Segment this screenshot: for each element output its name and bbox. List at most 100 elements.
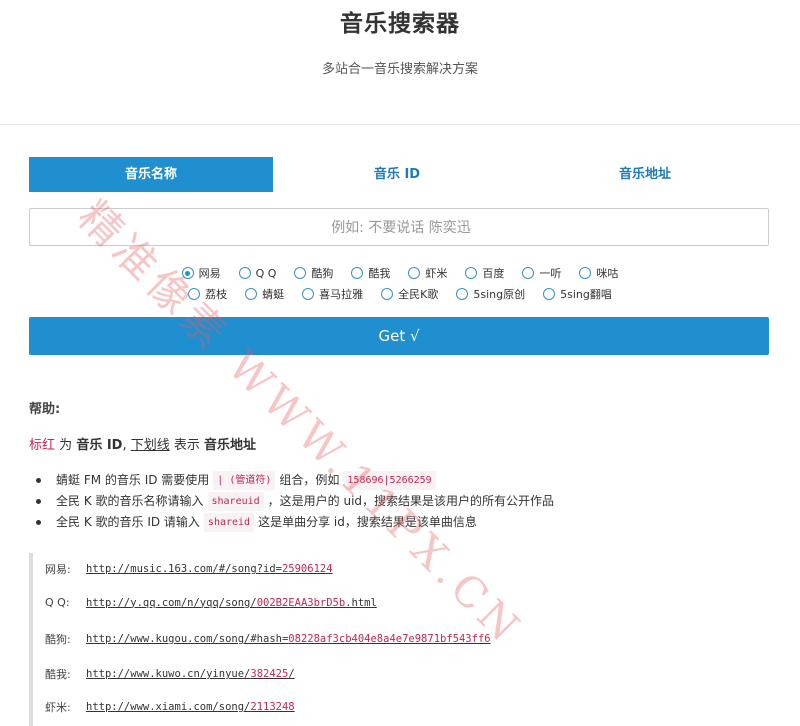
example-link[interactable]: http://www.kuwo.cn/yinyue/382425/	[86, 668, 295, 680]
source-option-ximalaya[interactable]: 喜马拉雅	[302, 286, 363, 302]
example-id: 382425	[250, 668, 289, 680]
help-text: 这是单曲分享 id，搜索结果是该单曲信息	[258, 515, 477, 529]
source-options-row-2: 荔枝 蜻蜓 喜马拉雅 全民K歌 5sing原创 5sing翻唱	[0, 286, 800, 302]
example-link[interactable]: http://www.kugou.com/song/#hash=08228af3…	[86, 633, 491, 645]
get-button[interactable]: Get √	[29, 317, 769, 355]
legend-red-text: 标红	[29, 438, 56, 453]
page-subtitle: 多站合一音乐搜索解决方案	[321, 62, 478, 77]
legend-text: 为	[59, 438, 73, 453]
bullet-icon	[36, 499, 41, 504]
bullet-icon	[36, 520, 41, 525]
page: 音乐搜索器 多站合一音乐搜索解决方案 音乐名称 音乐 ID 音乐地址 网易 Q …	[0, 0, 800, 726]
help-legend: 标红 为 音乐 ID, 下划线 表示 音乐地址	[29, 438, 257, 453]
example-row: 虾米: http://www.xiami.com/song/2113248	[45, 699, 295, 715]
tab-music-url[interactable]: 音乐地址	[521, 157, 769, 192]
source-label: 5sing原创	[473, 288, 526, 301]
radio-icon[interactable]	[351, 267, 364, 279]
help-item: 全民 K 歌的音乐名称请输入 shareuid ，这是用户的 uid，搜索结果是…	[36, 491, 554, 512]
radio-checked-icon[interactable]	[181, 267, 194, 279]
source-label: 蜻蜓	[262, 288, 285, 301]
radio-icon[interactable]	[302, 288, 315, 300]
example-link[interactable]: http://y.qq.com/n/yqq/song/002B2EAA3brD5…	[86, 597, 377, 609]
example-label: 网易:	[45, 563, 71, 576]
tab-music-id[interactable]: 音乐 ID	[273, 157, 521, 192]
source-label: Q Q	[255, 266, 277, 280]
example-label: Q Q:	[45, 596, 70, 609]
search-input[interactable]	[30, 209, 772, 247]
source-option-kuwo[interactable]: 酷我	[351, 265, 390, 281]
source-label: 酷狗	[311, 267, 334, 280]
example-label: 虾米:	[45, 701, 71, 714]
legend-url-text: 音乐地址	[204, 438, 257, 453]
legend-underline-text: 下划线	[130, 438, 170, 453]
example-row: 酷我: http://www.kuwo.cn/yinyue/382425/	[45, 666, 295, 682]
help-item: 蜻蜓 FM 的音乐 ID 需要使用 | (管道符) 组合，例如 158696|5…	[36, 470, 554, 491]
example-label: 酷狗:	[45, 633, 71, 646]
source-label: 咪咕	[596, 267, 619, 280]
source-option-kg[interactable]: 全民K歌	[381, 286, 438, 302]
radio-icon[interactable]	[465, 267, 478, 279]
help-text: 蜻蜓 FM 的音乐 ID 需要使用	[56, 473, 210, 487]
source-option-lizhi[interactable]: 荔枝	[188, 286, 227, 302]
example-row: 网易: http://music.163.com/#/song?id=25906…	[45, 561, 333, 577]
radio-icon[interactable]	[294, 267, 307, 279]
source-option-5sing-cover[interactable]: 5sing翻唱	[543, 286, 612, 302]
example-urls: 网易: http://music.163.com/#/song?id=25906…	[29, 553, 773, 726]
radio-icon[interactable]	[238, 267, 251, 279]
source-options-row-1: 网易 Q Q 酷狗 酷我 虾米 百度 一听 咪咕	[0, 265, 800, 281]
source-label: 5sing翻唱	[560, 288, 612, 301]
radio-icon[interactable]	[245, 288, 258, 300]
example-link[interactable]: http://music.163.com/#/song?id=25906124	[86, 563, 333, 575]
help-text: 全民 K 歌的音乐名称请输入	[56, 494, 204, 508]
help-code: shareid	[203, 513, 255, 532]
source-label: 网易	[198, 267, 221, 280]
source-option-5sing-original[interactable]: 5sing原创	[456, 286, 525, 302]
legend-id-text: 音乐 ID	[76, 438, 123, 453]
radio-icon[interactable]	[579, 267, 592, 279]
example-label: 酷我:	[45, 668, 71, 681]
help-code: | (管道符)	[213, 471, 276, 490]
tab-music-name[interactable]: 音乐名称	[29, 157, 273, 192]
help-text: 组合，例如	[279, 473, 340, 487]
source-label: 百度	[482, 267, 505, 280]
source-label: 一听	[539, 267, 562, 280]
radio-icon[interactable]	[543, 288, 556, 300]
source-label: 荔枝	[205, 288, 228, 301]
help-text: 全民 K 歌的音乐 ID 请输入	[56, 515, 200, 529]
source-option-kugou[interactable]: 酷狗	[294, 265, 333, 281]
search-box	[29, 208, 772, 247]
example-id: 08228af3cb404e8a4e7e9871bf543ff6	[288, 633, 491, 645]
example-id: 25906124	[281, 563, 333, 575]
example-id: 002B2EAA3brD5b	[256, 596, 346, 609]
radio-icon[interactable]	[381, 288, 394, 300]
bullet-icon	[36, 478, 41, 483]
radio-icon[interactable]	[188, 288, 201, 300]
radio-icon[interactable]	[456, 288, 469, 300]
source-option-xiami[interactable]: 虾米	[408, 265, 447, 281]
radio-icon[interactable]	[522, 267, 535, 279]
source-label: 酷我	[368, 267, 391, 280]
example-row: Q Q: http://y.qq.com/n/yqq/song/002B2EAA…	[45, 596, 377, 609]
source-label: 喜马拉雅	[319, 288, 364, 301]
source-option-netease[interactable]: 网易	[181, 265, 221, 281]
source-option-qq[interactable]: Q Q	[238, 265, 277, 281]
source-label: 虾米	[425, 267, 448, 280]
help-code: 158696|5266259	[343, 471, 436, 490]
page-header: 音乐搜索器 多站合一音乐搜索解决方案	[0, 0, 800, 125]
search-mode-tabs: 音乐名称 音乐 ID 音乐地址	[29, 157, 769, 192]
example-id: 2113248	[250, 701, 295, 713]
help-heading: 帮助:	[29, 402, 61, 417]
source-option-baidu[interactable]: 百度	[465, 265, 504, 281]
help-list: 蜻蜓 FM 的音乐 ID 需要使用 | (管道符) 组合，例如 158696|5…	[36, 470, 554, 533]
source-label: 全民K歌	[398, 288, 439, 301]
help-item: 全民 K 歌的音乐 ID 请输入 shareid 这是单曲分享 id，搜索结果是…	[36, 512, 554, 533]
legend-text: 表示	[173, 438, 200, 453]
source-option-migu[interactable]: 咪咕	[579, 265, 618, 281]
example-link[interactable]: http://www.xiami.com/song/2113248	[86, 701, 295, 713]
source-option-1ting[interactable]: 一听	[522, 265, 561, 281]
source-option-qingting[interactable]: 蜻蜓	[245, 286, 284, 302]
page-title: 音乐搜索器	[340, 11, 460, 37]
help-code: shareuid	[207, 492, 264, 511]
radio-icon[interactable]	[408, 267, 421, 279]
help-text: ，这是用户的 uid，搜索结果是该用户的所有公开作品	[267, 494, 555, 508]
